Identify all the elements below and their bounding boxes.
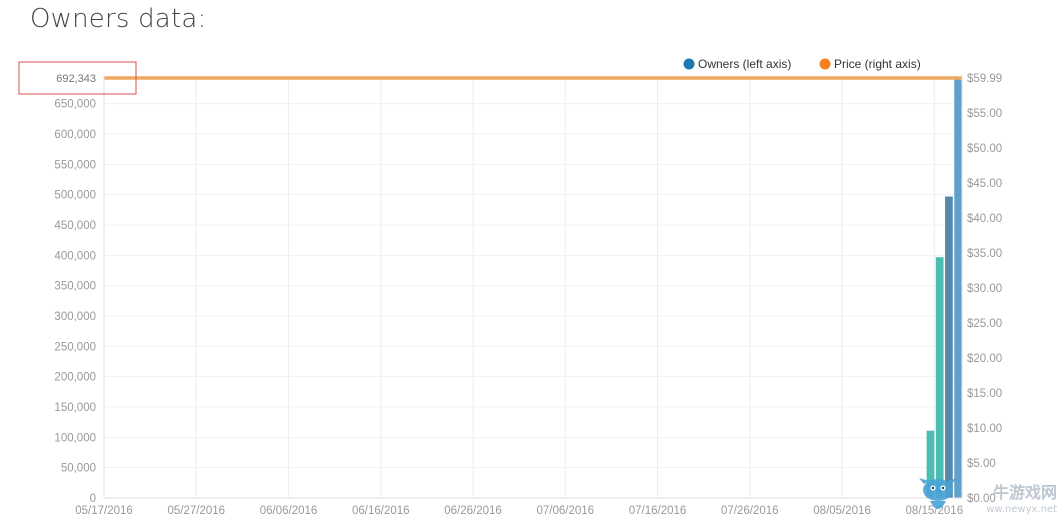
watermark-sub: ww.newyx.net xyxy=(986,504,1057,515)
chart-legend: Owners (left axis) Price (right axis) xyxy=(683,57,921,71)
x-tick-label: 05/27/2016 xyxy=(167,505,225,517)
x-tick-label: 06/16/2016 xyxy=(352,505,410,517)
right-axis-ticks: $0.00$5.00$10.00$15.00$20.00$25.00$30.00… xyxy=(967,73,1002,505)
left-tick-label: 550,000 xyxy=(54,159,96,171)
x-tick-label: 07/06/2016 xyxy=(537,505,595,517)
right-tick-label: $25.00 xyxy=(967,318,1002,330)
owners-bar xyxy=(945,196,953,498)
chart-grid xyxy=(104,78,962,498)
x-tick-label: 06/06/2016 xyxy=(260,505,318,517)
right-tick-label: $45.00 xyxy=(967,178,1002,190)
x-axis-ticks: 05/17/2016 05/27/2016 06/06/2016 06/16/2016… xyxy=(75,505,963,517)
legend-label-price: Price (right axis) xyxy=(834,57,921,71)
left-tick-label: 300,000 xyxy=(54,311,96,323)
right-tick-label: $5.00 xyxy=(967,458,996,470)
left-tick-label: 150,000 xyxy=(54,402,96,414)
left-tick-label: 650,000 xyxy=(54,99,96,111)
left-axis-ticks: 0 50,000 100,000 150,000 200,000 250,000 300,0… xyxy=(54,99,96,505)
owners-bar xyxy=(935,257,944,498)
x-tick-label: 07/16/2016 xyxy=(629,505,687,517)
right-tick-label: $15.00 xyxy=(967,388,1002,400)
right-tick-label: $50.00 xyxy=(967,143,1002,155)
right-tick-label: $20.00 xyxy=(967,353,1002,365)
left-tick-label: 50,000 xyxy=(61,463,96,475)
right-tick-label: $30.00 xyxy=(967,283,1002,295)
owners-chart: 0 50,000 100,000 150,000 200,000 250,000 300,0… xyxy=(18,57,1057,517)
right-tick-label: $59.99 xyxy=(967,73,1002,85)
right-tick-label: $10.00 xyxy=(967,423,1002,435)
x-tick-label: 06/26/2016 xyxy=(444,505,502,517)
x-tick-label: 08/05/2016 xyxy=(813,505,871,517)
peak-value-label: 692,343 xyxy=(56,73,96,85)
left-tick-label: 100,000 xyxy=(54,432,96,444)
x-tick-label: 05/17/2016 xyxy=(75,505,133,517)
x-tick-label: 07/26/2016 xyxy=(721,505,779,517)
left-tick-label: 350,000 xyxy=(54,281,96,293)
left-tick-label: 200,000 xyxy=(54,372,96,384)
legend-swatch-price xyxy=(819,58,831,70)
right-tick-label: $55.00 xyxy=(967,108,1002,120)
right-tick-label: $35.00 xyxy=(967,248,1002,260)
left-tick-label: 0 xyxy=(90,493,96,505)
left-tick-label: 250,000 xyxy=(54,341,96,353)
watermark-text: 牛游戏网 xyxy=(993,483,1057,502)
left-tick-label: 500,000 xyxy=(54,190,96,202)
right-tick-label: $40.00 xyxy=(967,213,1002,225)
left-tick-label: 400,000 xyxy=(54,250,96,262)
left-tick-label: 450,000 xyxy=(54,220,96,232)
legend-swatch-owners xyxy=(683,58,695,70)
owners-bars xyxy=(926,78,962,498)
owners-bar xyxy=(954,78,962,498)
legend-label-owners: Owners (left axis) xyxy=(698,57,791,71)
left-tick-label: 600,000 xyxy=(54,129,96,141)
